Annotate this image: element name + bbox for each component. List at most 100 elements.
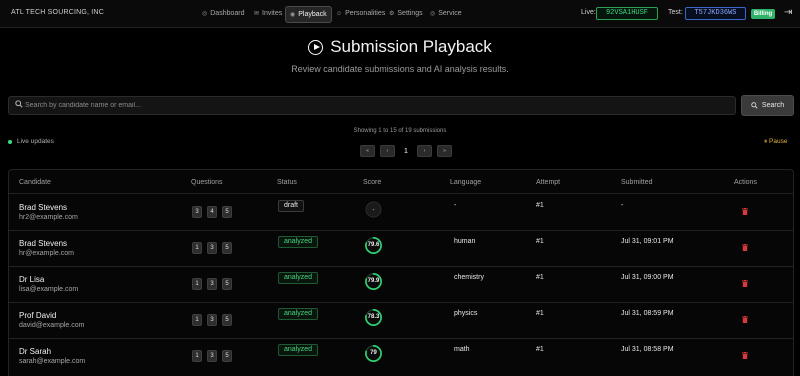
table-row[interactable]: Dr Lisa lisa@example.com 1 3 5 analyzed 79.9 ch… — [9, 266, 793, 302]
table-row[interactable]: Brad Stevens hr2@example.com 3 4 5 draft - #1 - — [9, 194, 793, 230]
language-value: - — [454, 202, 457, 209]
question-chip[interactable]: 3 — [192, 206, 202, 218]
nav-dashboard[interactable]: ◎ Dashboard — [198, 6, 249, 22]
nav-label: Settings — [397, 10, 423, 17]
language-value: human — [454, 238, 476, 245]
settings-icon: ⚙ — [389, 11, 395, 17]
question-chip[interactable]: 3 — [207, 278, 217, 290]
live-updates-label: Live updates — [17, 138, 54, 145]
candidate-name: Brad Stevens — [19, 203, 68, 212]
question-chip[interactable]: 5 — [222, 242, 232, 254]
submitted-time: Jul 31, 09:01 PM — [621, 238, 674, 245]
search-button-icon — [751, 102, 758, 109]
live-key-label: Live: — [581, 9, 596, 16]
score-value: 79 — [370, 350, 377, 356]
status-badge: analyzed — [278, 236, 319, 248]
delete-icon[interactable] — [742, 208, 748, 215]
table-row[interactable]: Prof David david@example.com 1 3 5 analyzed 78… — [9, 302, 793, 338]
prev-page-button[interactable]: ‹ — [380, 145, 395, 157]
column-header-questions: Questions — [191, 179, 223, 186]
live-dot-icon — [8, 139, 12, 144]
current-page: 1 — [404, 147, 408, 155]
nav-personalities[interactable]: ☺ Personalities — [332, 6, 389, 22]
delete-icon[interactable] — [742, 244, 748, 251]
column-header-language: Language — [450, 179, 482, 186]
page-title: Submission Playback — [330, 37, 492, 56]
submissions-table: Candidate Questions Status Score Languag… — [8, 169, 794, 376]
search-bar — [8, 96, 736, 115]
language-value: physics — [454, 310, 478, 317]
attempt-value: #1 — [536, 346, 544, 353]
dashboard-icon: ◎ — [202, 11, 208, 17]
attempt-value: #1 — [536, 274, 544, 281]
submitted-time: Jul 31, 08:59 PM — [621, 310, 674, 317]
invites-icon: ✉ — [254, 11, 260, 17]
column-header-candidate: Candidate — [19, 179, 51, 186]
attempt-value: #1 — [536, 310, 544, 317]
question-chip[interactable]: 5 — [222, 206, 232, 218]
search-icon — [15, 100, 23, 110]
question-chip[interactable]: 3 — [207, 314, 217, 326]
candidate-email: sarah@example.com — [19, 358, 86, 365]
nav-label: Dashboard — [210, 10, 245, 17]
column-header-attempt: Attempt — [536, 179, 561, 186]
last-page-button[interactable]: » — [437, 145, 452, 157]
nav-playback[interactable]: ◉ Playback — [285, 6, 332, 23]
language-value: chemistry — [454, 274, 484, 281]
submitted-time: Jul 31, 09:00 PM — [621, 274, 674, 281]
top-nav: ATL TECH SOURCING, INC ◎ Dashboard ✉ Inv… — [0, 0, 800, 28]
candidate-name: Prof David — [19, 311, 57, 320]
candidate-email: hr2@example.com — [19, 214, 78, 221]
brand-name: ATL TECH SOURCING, INC — [11, 9, 104, 16]
question-chip[interactable]: 1 — [192, 242, 202, 254]
search-button[interactable]: Search — [741, 95, 794, 116]
nav-label: Invites — [262, 10, 283, 17]
status-badge: analyzed — [278, 272, 319, 284]
delete-icon[interactable] — [742, 352, 748, 359]
logout-icon[interactable]: ⇥ — [784, 7, 792, 18]
nav-settings[interactable]: ⚙ Settings — [385, 6, 427, 22]
column-header-submitted: Submitted — [621, 179, 653, 186]
delete-icon[interactable] — [742, 316, 748, 323]
page-subtitle: Review candidate submissions and AI anal… — [291, 64, 509, 74]
nav-service[interactable]: ◎ Service — [426, 6, 466, 22]
question-chip[interactable]: 4 — [207, 206, 217, 218]
score-value: 78.3 — [367, 314, 380, 320]
nav-label: Personalities — [345, 10, 386, 17]
status-badge: analyzed — [278, 308, 319, 320]
question-chip[interactable]: 1 — [192, 278, 202, 290]
question-chip[interactable]: 3 — [207, 350, 217, 362]
table-row[interactable]: Brad Stevens hr@example.com 1 3 5 analyzed 79.… — [9, 230, 793, 266]
live-api-key[interactable]: 92VSA1HUSF — [596, 7, 658, 20]
score-value: 79.6 — [367, 242, 380, 248]
score-value: 79.9 — [367, 278, 380, 284]
question-chip[interactable]: 3 — [207, 242, 217, 254]
candidate-email: david@example.com — [19, 322, 85, 329]
submitted-time: Jul 31, 08:58 PM — [621, 346, 674, 353]
question-chip[interactable]: 1 — [192, 314, 202, 326]
question-chip[interactable]: 1 — [192, 350, 202, 362]
question-chip[interactable]: 5 — [222, 314, 232, 326]
billing-button[interactable]: Billing — [751, 9, 775, 19]
status-badge: analyzed — [278, 344, 319, 356]
nav-label: Playback — [298, 10, 327, 18]
test-api-key[interactable]: T57JKD36WS — [685, 7, 746, 20]
column-header-status: Status — [277, 179, 297, 186]
candidate-name: Brad Stevens — [19, 239, 68, 248]
delete-icon[interactable] — [742, 280, 748, 287]
nav-invites[interactable]: ✉ Invites — [250, 6, 286, 22]
search-input[interactable] — [25, 98, 725, 113]
next-page-button[interactable]: › — [417, 145, 432, 157]
first-page-button[interactable]: « — [360, 145, 375, 157]
column-header-score: Score — [363, 179, 382, 186]
question-chip[interactable]: 5 — [222, 350, 232, 362]
results-count: Showing 1 to 15 of 19 submissions — [353, 128, 447, 134]
candidate-name: Dr Lisa — [19, 275, 45, 284]
question-chip[interactable]: 5 — [222, 278, 232, 290]
service-icon: ◎ — [430, 11, 436, 17]
pause-button[interactable]: ⏸ Pause — [764, 138, 788, 146]
playback-icon: ◉ — [290, 11, 296, 18]
table-row[interactable]: Dr Sarah sarah@example.com 1 3 5 analyzed 79 ma… — [9, 338, 793, 374]
candidate-name: Dr Sarah — [19, 347, 52, 356]
attempt-value: #1 — [536, 238, 544, 245]
